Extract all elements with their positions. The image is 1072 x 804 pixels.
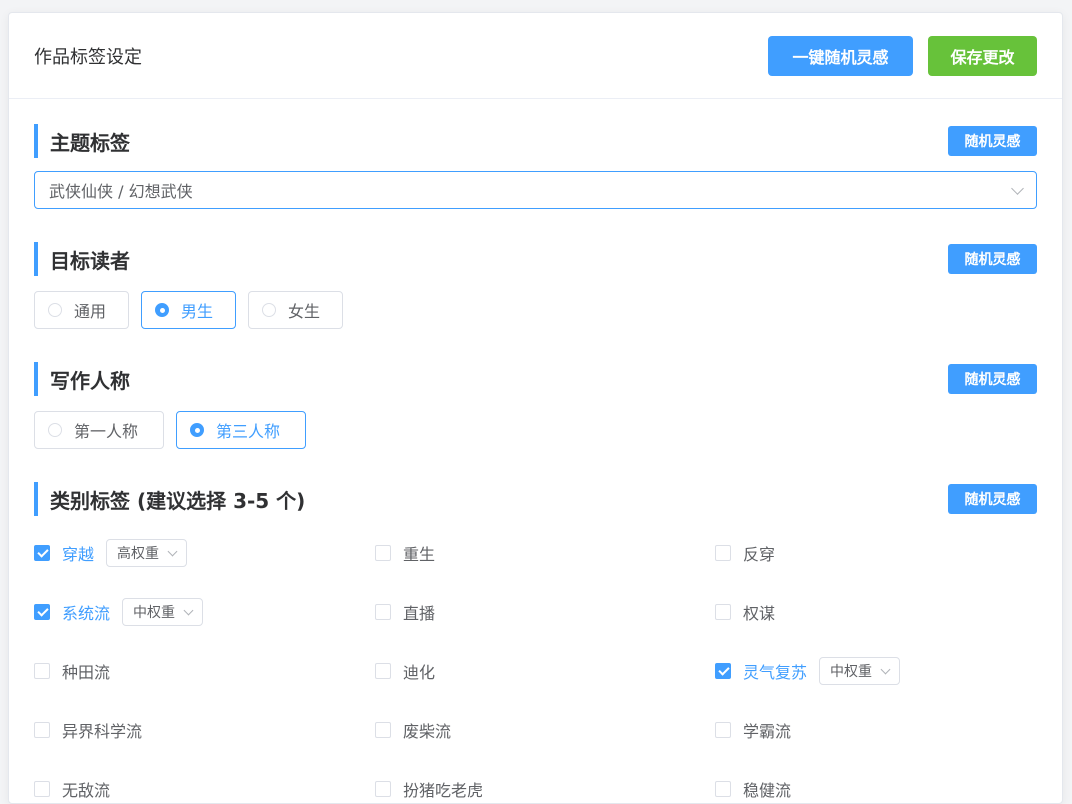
category-item: 无敌流 [34,759,375,803]
radio-label: 第三人称 [216,422,281,441]
category-item: 稳健流 [715,759,1045,803]
card-header: 作品标签设定 一键随机灵感 保存更改 [9,13,1062,99]
category-item-label[interactable]: 重生 [403,541,435,565]
checkbox-icon[interactable] [375,780,391,797]
category-item-label[interactable]: 直播 [403,600,435,624]
audience-radio-group: 通用 男生 女生 [34,291,1037,329]
tag-settings-card: 作品标签设定 一键随机灵感 保存更改 主题标签 随机灵感 武侠仙侠 / 幻想武侠… [8,12,1063,804]
category-item: 废柴流 [375,700,715,759]
category-random-button[interactable]: 随机灵感 [948,484,1037,514]
checkbox-icon[interactable] [34,662,50,679]
radio-icon [48,423,62,437]
weight-select[interactable]: 中权重 [819,656,901,685]
radio-selected-icon [190,423,204,437]
person-section: 写作人称 随机灵感 第一人称 第三人称 [9,361,1062,449]
page-title: 作品标签设定 [34,46,142,68]
weight-select-value: 高权重 [117,545,160,562]
category-item: 异界科学流 [34,700,375,759]
weight-select[interactable]: 中权重 [122,597,204,626]
radio-icon [262,303,276,317]
checkbox-checked-icon[interactable] [715,662,731,679]
checkbox-icon[interactable] [715,544,731,561]
radio-option-general[interactable]: 通用 [34,291,129,329]
category-item: 灵气复苏 中权重 [715,641,1045,700]
checkbox-icon[interactable] [715,603,731,620]
radio-option-first-person[interactable]: 第一人称 [34,411,164,449]
category-item-label[interactable]: 扮猪吃老虎 [403,777,483,801]
category-item-label[interactable]: 反穿 [743,541,775,565]
category-item-label[interactable]: 学霸流 [743,718,791,742]
category-item: 种田流 [34,641,375,700]
person-section-title: 写作人称 [34,362,130,396]
checkbox-icon[interactable] [375,544,391,561]
checkbox-icon[interactable] [34,780,50,797]
checkbox-icon[interactable] [375,603,391,620]
category-item-label[interactable]: 系统流 [62,600,110,624]
category-item-label[interactable]: 穿越 [62,541,94,565]
category-item-label[interactable]: 异界科学流 [62,718,142,742]
radio-label: 男生 [181,302,214,321]
weight-select-value: 中权重 [830,663,873,680]
theme-random-button[interactable]: 随机灵感 [948,126,1037,156]
checkbox-icon[interactable] [375,662,391,679]
theme-section-title: 主题标签 [34,124,130,158]
audience-random-button[interactable]: 随机灵感 [948,244,1037,274]
category-item-label[interactable]: 无敌流 [62,777,110,801]
header-actions: 一键随机灵感 保存更改 [768,35,1037,76]
chevron-down-icon [167,546,178,556]
checkbox-checked-icon[interactable] [34,603,50,620]
category-item: 直播 [375,582,715,641]
category-item: 系统流 中权重 [34,582,375,641]
checkbox-checked-icon[interactable] [34,544,50,561]
weight-select[interactable]: 高权重 [106,538,188,567]
radio-label: 女生 [288,302,321,321]
theme-select-value: 武侠仙侠 / 幻想武侠 [49,182,193,201]
category-item: 穿越 高权重 [34,523,375,582]
audience-section-title: 目标读者 [34,242,130,276]
person-radio-group: 第一人称 第三人称 [34,411,1037,449]
category-item: 扮猪吃老虎 [375,759,715,803]
audience-section: 目标读者 随机灵感 通用 男生 女生 [9,241,1062,329]
radio-selected-icon [155,303,169,317]
radio-option-male[interactable]: 男生 [141,291,236,329]
weight-select-value: 中权重 [133,604,176,621]
category-item-label[interactable]: 种田流 [62,659,110,683]
person-section-head: 写作人称 随机灵感 [34,361,1037,397]
category-section-title: 类别标签 (建议选择 3-5 个) [34,482,305,516]
category-checkbox-grid: 穿越 高权重 重生 反穿 系统流 中权重 直播 权谋 种田流 迪化 灵气复苏 中权重 异界科学流 废柴流学… [34,523,1037,803]
category-item: 权谋 [715,582,1045,641]
chevron-down-icon [183,605,194,615]
checkbox-icon[interactable] [715,721,731,738]
checkbox-icon[interactable] [34,721,50,738]
radio-icon [48,303,62,317]
category-item: 迪化 [375,641,715,700]
radio-option-third-person[interactable]: 第三人称 [176,411,306,449]
theme-section-head: 主题标签 随机灵感 [34,123,1037,159]
category-item-label[interactable]: 迪化 [403,659,435,683]
random-all-button[interactable]: 一键随机灵感 [768,35,913,76]
category-item: 反穿 [715,523,1045,582]
radio-label: 第一人称 [74,422,139,441]
category-item-label[interactable]: 权谋 [743,600,775,624]
theme-select[interactable]: 武侠仙侠 / 幻想武侠 [34,171,1037,209]
category-item-label[interactable]: 灵气复苏 [743,659,807,683]
audience-section-head: 目标读者 随机灵感 [34,241,1037,277]
category-section-head: 类别标签 (建议选择 3-5 个) 随机灵感 [34,481,1037,517]
checkbox-icon[interactable] [715,780,731,797]
category-item: 学霸流 [715,700,1045,759]
category-item-label[interactable]: 废柴流 [403,718,451,742]
category-section: 类别标签 (建议选择 3-5 个) 随机灵感 穿越 高权重 重生 反穿 系统流 中权重 直播… [9,481,1062,803]
radio-option-female[interactable]: 女生 [248,291,343,329]
checkbox-icon[interactable] [375,721,391,738]
theme-section: 主题标签 随机灵感 武侠仙侠 / 幻想武侠 [9,123,1062,209]
category-item: 重生 [375,523,715,582]
save-button[interactable]: 保存更改 [928,35,1037,76]
radio-label: 通用 [74,302,107,321]
person-random-button[interactable]: 随机灵感 [948,364,1037,394]
chevron-down-icon [1011,181,1024,195]
category-item-label[interactable]: 稳健流 [743,777,791,801]
chevron-down-icon [880,664,891,674]
